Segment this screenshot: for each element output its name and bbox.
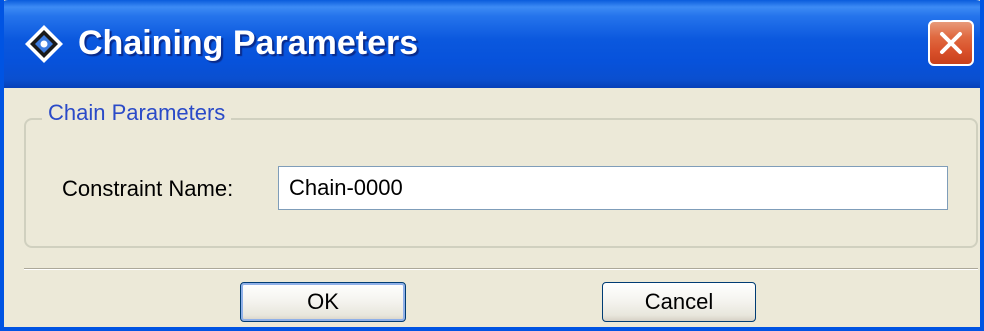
close-icon [940,32,962,54]
group-legend: Chain Parameters [42,100,232,126]
constraint-name-label: Constraint Name: [62,176,234,201]
chaining-parameters-dialog: Chaining Parameters Chain Parameters Con… [0,0,984,331]
constraint-name-input[interactable] [278,166,948,210]
cancel-button[interactable]: Cancel [602,282,756,322]
diamond-app-icon [25,25,63,63]
button-separator [24,268,978,270]
title-bar[interactable]: Chaining Parameters [4,0,980,88]
close-button[interactable] [928,20,974,66]
ok-button[interactable]: OK [240,282,406,322]
window-title: Chaining Parameters [78,24,419,62]
